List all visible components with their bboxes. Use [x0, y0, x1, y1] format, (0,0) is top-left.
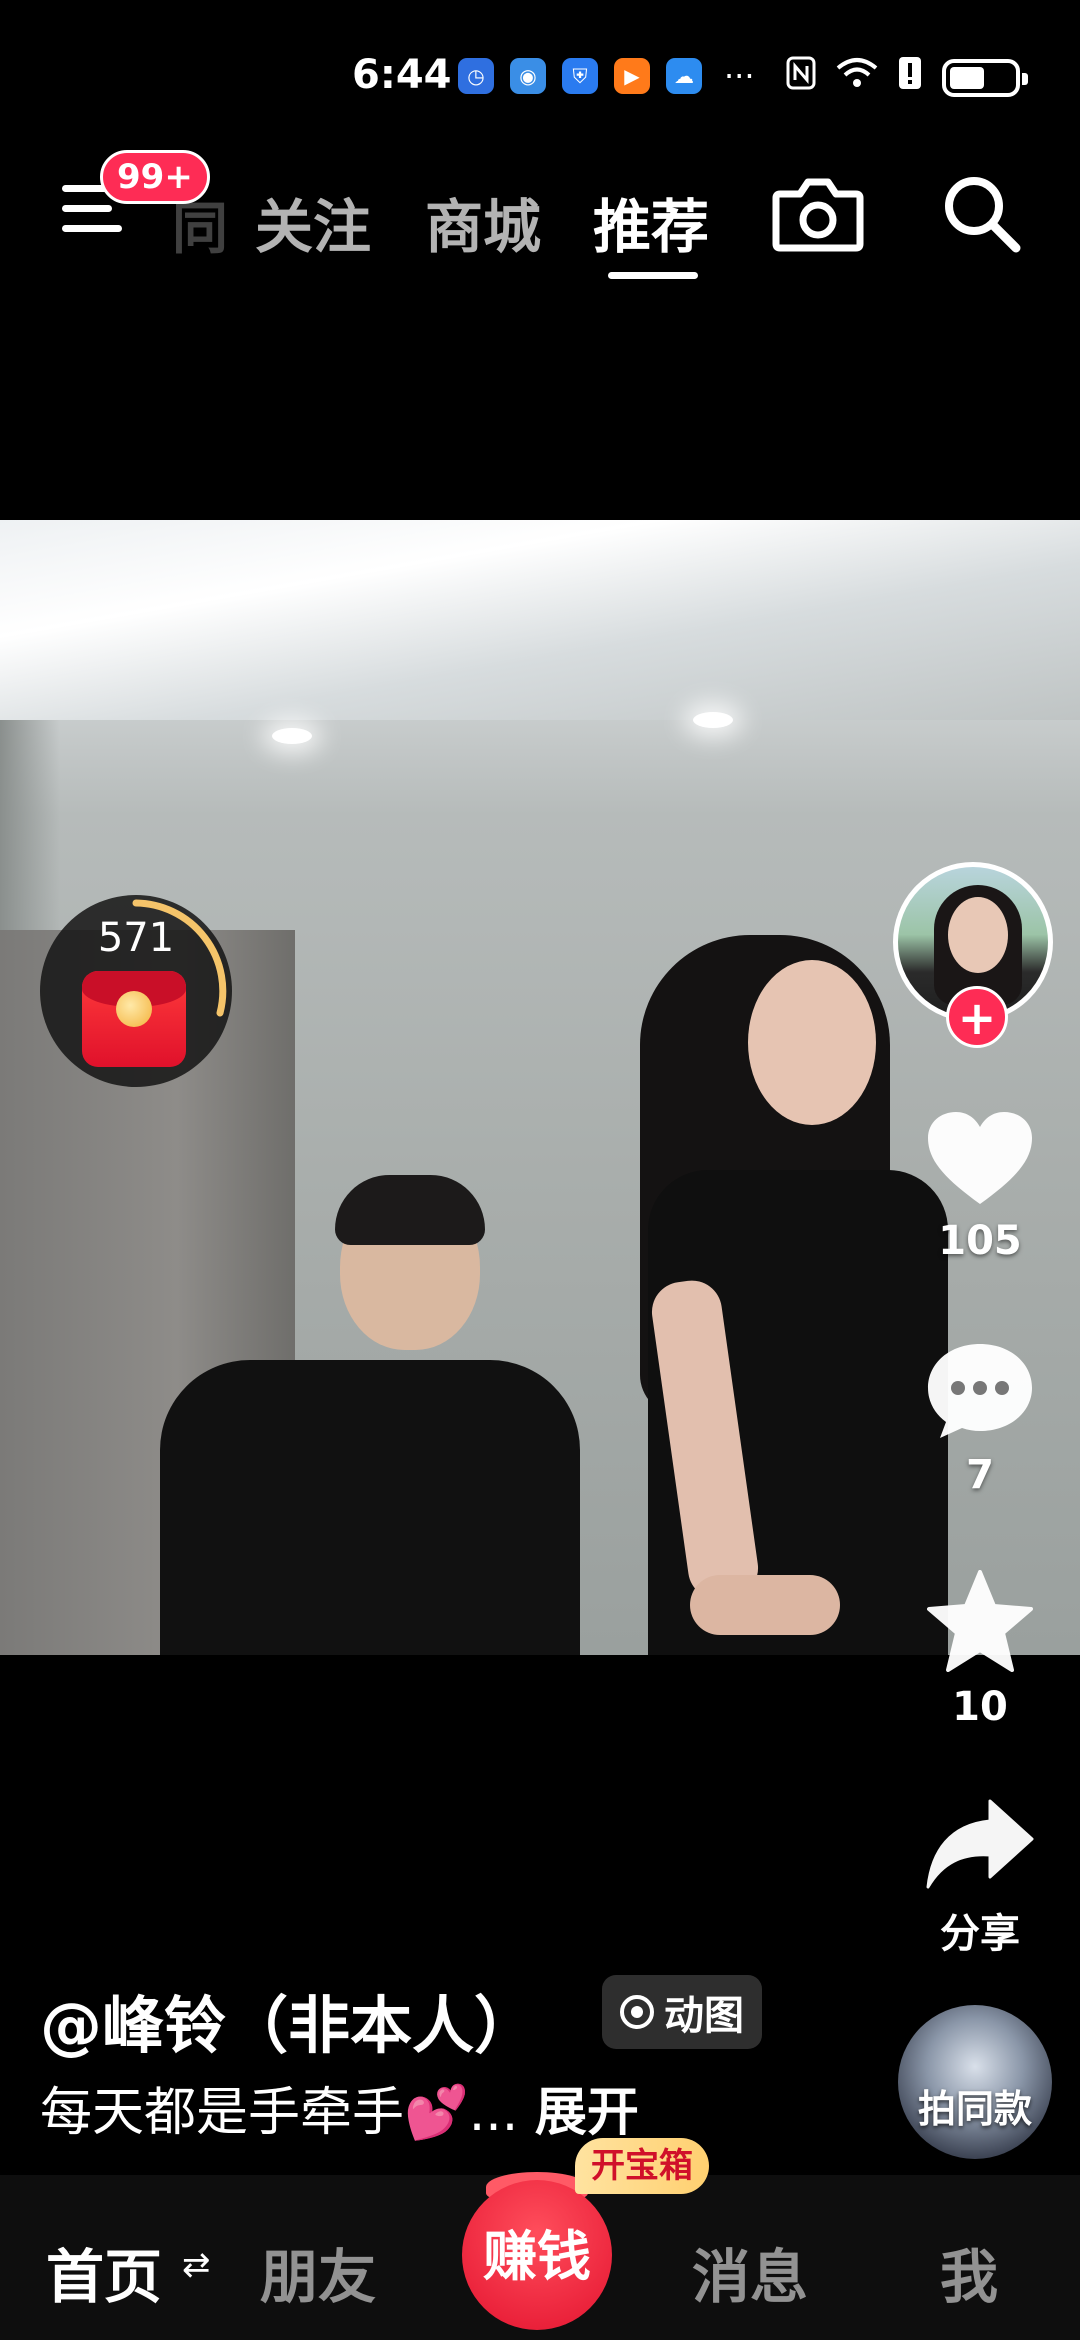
- heart-icon: [928, 1112, 1032, 1204]
- comment-icon: [928, 1344, 1032, 1438]
- video-app-icon: ▶: [614, 58, 650, 94]
- alarm-app-icon: ◷: [458, 58, 494, 94]
- same-style-label: 拍同款: [917, 2087, 1032, 2131]
- ceiling-light: [693, 712, 733, 728]
- red-envelope-icon: [82, 971, 186, 1067]
- earn-label[interactable]: 赚钱: [462, 2212, 612, 2291]
- comment-count: 7: [966, 1452, 994, 1498]
- open-chest-badge[interactable]: 开宝箱: [575, 2138, 709, 2194]
- tab-following[interactable]: 关注: [255, 180, 371, 264]
- status-more-icon: ···: [724, 57, 755, 95]
- expand-button[interactable]: 展开: [535, 2083, 639, 2143]
- video-hands: [690, 1575, 840, 1635]
- gif-icon: [620, 1995, 654, 2029]
- video-man-hair: [335, 1175, 485, 1245]
- tab-me[interactable]: 我: [940, 2230, 998, 2314]
- status-bar: 6:44 ◷ ◉ ⛨ ▶ ☁ ···: [0, 0, 1080, 150]
- favorite-count: 10: [952, 1684, 1008, 1730]
- tab-messages[interactable]: 消息: [692, 2230, 808, 2314]
- gif-tag-label: 动图: [664, 1993, 744, 2039]
- wifi-icon: [836, 56, 878, 99]
- tab-home[interactable]: 首页: [46, 2230, 162, 2314]
- switch-icon[interactable]: ⇄: [182, 2245, 211, 2285]
- like-count: 105: [938, 1218, 1022, 1264]
- status-time: 6:44: [352, 52, 452, 98]
- tab-mall[interactable]: 商城: [425, 180, 541, 264]
- author-avatar-group[interactable]: +: [893, 862, 1063, 1048]
- camera-icon[interactable]: [772, 172, 864, 252]
- tab-recommend[interactable]: 推荐: [593, 180, 709, 264]
- star-icon: [927, 1570, 1033, 1672]
- sim-alert-icon: [898, 56, 922, 99]
- video-description: 每天都是手牵手💕... 展开: [40, 2070, 639, 2145]
- shield-app-icon: ⛨: [562, 58, 598, 94]
- cloud-app-icon: ☁: [666, 58, 702, 94]
- like-button[interactable]: 105: [910, 1108, 1050, 1264]
- video-woman-face: [748, 960, 876, 1125]
- author-name[interactable]: @峰铃（非本人）: [40, 1975, 536, 2065]
- top-nav: 99+ 同 关注 商城 推荐: [0, 150, 1080, 290]
- same-style-button[interactable]: 拍同款: [898, 2005, 1052, 2159]
- video-man: [160, 1360, 580, 1655]
- nfc-icon: [786, 56, 816, 99]
- battery-icon: [942, 58, 1028, 97]
- status-app-icons: ◷ ◉ ⛨ ▶ ☁ ···: [458, 58, 755, 94]
- favorite-button[interactable]: 10: [910, 1568, 1050, 1730]
- status-indicators: [786, 56, 1028, 99]
- tab-partial[interactable]: 同: [172, 184, 228, 265]
- share-label: 分享: [940, 1911, 1020, 1957]
- search-icon[interactable]: [940, 172, 1024, 256]
- active-tab-indicator: [608, 272, 698, 279]
- video-ceiling: [0, 520, 1080, 720]
- red-packet-count: 571: [97, 915, 175, 961]
- tab-friends[interactable]: 朋友: [260, 2230, 376, 2314]
- follow-button[interactable]: +: [946, 986, 1008, 1048]
- ceiling-light: [272, 728, 312, 744]
- share-icon: [926, 1799, 1034, 1889]
- description-text: 每天都是手牵手💕...: [40, 2083, 519, 2143]
- share-button[interactable]: 分享: [910, 1795, 1050, 1959]
- gif-tag[interactable]: 动图: [602, 1975, 762, 2049]
- browser-app-icon: ◉: [510, 58, 546, 94]
- comment-button[interactable]: 7: [910, 1338, 1050, 1498]
- red-packet-widget[interactable]: 571: [40, 895, 232, 1087]
